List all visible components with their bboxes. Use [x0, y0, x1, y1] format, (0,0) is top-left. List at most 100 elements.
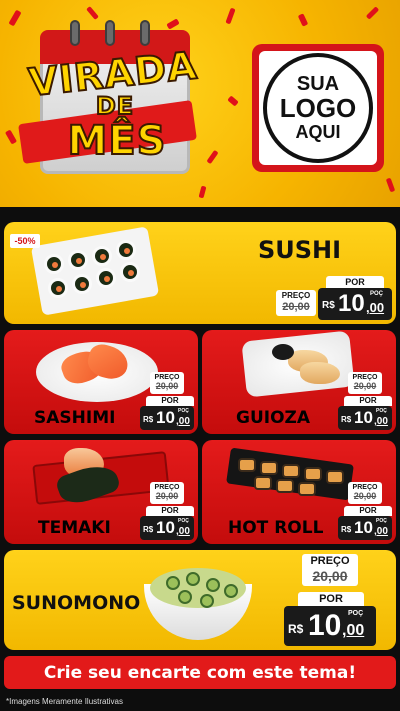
title-line-3: MÊS [67, 117, 167, 165]
new-price-box: R$ 10 POÇ ,00 [284, 606, 376, 646]
old-price-box: PREÇO 20,00 [348, 482, 382, 504]
old-price-value: 20,00 [155, 491, 179, 501]
cucumber-slice [178, 590, 192, 604]
sushi-roll [72, 274, 92, 294]
price-decimal: ,00 [366, 300, 385, 315]
logo-placeholder: SUA LOGO AQUI [252, 44, 384, 172]
new-price-box: R$ 10 POÇ ,00 [140, 516, 194, 540]
por-label: POR [298, 592, 364, 607]
price-integer: 10 [308, 609, 342, 642]
old-price-label: PREÇO [154, 484, 180, 491]
old-price-label: PREÇO [310, 555, 350, 567]
hot-roll-piece [326, 470, 344, 484]
currency: R$ [341, 415, 352, 424]
old-price-value: 20,00 [282, 301, 310, 313]
logo-circle: SUA LOGO AQUI [263, 53, 373, 163]
confetti [365, 6, 380, 20]
price-integer: 10 [354, 408, 373, 427]
product-name-guioza: GUIOZA [236, 408, 311, 428]
old-price-value: 20,00 [312, 568, 348, 584]
currency: R$ [288, 622, 304, 636]
price-decimal: ,00 [374, 416, 388, 427]
confetti [206, 149, 219, 165]
logo-inner: SUA LOGO AQUI [259, 51, 377, 165]
discount-badge: -50% [10, 234, 40, 248]
confetti [86, 6, 99, 20]
currency: R$ [143, 525, 154, 534]
confetti [166, 18, 180, 30]
sushi-roll [116, 240, 136, 260]
logo-text-2: LOGO [279, 93, 357, 124]
header: VIRADA DE MÊS SUA LOGO AQUI [0, 0, 400, 207]
old-price-label: PREÇO [352, 484, 378, 491]
price-integer: 10 [156, 408, 175, 427]
old-price-box: PREÇO 20,00 [276, 290, 316, 316]
hot-roll-piece [304, 467, 322, 481]
price-decimal: ,00 [342, 622, 365, 639]
old-price-label: PREÇO [154, 374, 180, 381]
price-unit: POÇ [376, 408, 387, 414]
price-integer: 10 [156, 518, 175, 537]
cucumber-slice [186, 572, 200, 586]
confetti [225, 7, 236, 25]
cucumber-slice [224, 584, 238, 598]
old-price-value: 20,00 [353, 381, 377, 391]
old-price-value: 20,00 [353, 491, 377, 501]
hot-roll-piece [298, 482, 316, 496]
sushi-roll [96, 268, 116, 288]
por-label: POR [146, 506, 194, 516]
sushi-roll [68, 250, 88, 270]
old-price-box: PREÇO 20,00 [150, 482, 184, 504]
price-decimal: ,00 [176, 416, 190, 427]
confetti [198, 185, 207, 199]
price-integer: 10 [338, 290, 365, 317]
price-decimal: ,00 [374, 526, 388, 537]
old-price-value: 20,00 [155, 381, 179, 391]
hot-roll-piece [254, 476, 272, 490]
confetti [8, 9, 22, 27]
guioza-dumpling [300, 362, 340, 384]
sushi-roll [44, 254, 64, 274]
product-name-sunomono: SUNOMONO [12, 592, 141, 614]
price-unit: POÇ [376, 518, 387, 524]
confetti [385, 177, 396, 193]
product-name-sushi: SUSHI [258, 236, 342, 264]
hot-roll-piece [260, 461, 278, 475]
confetti [227, 95, 239, 107]
currency: R$ [143, 415, 154, 424]
price-decimal: ,00 [176, 526, 190, 537]
new-price-box: R$ 10 POÇ ,00 [338, 406, 392, 430]
por-label: POR [344, 506, 392, 516]
old-price-box: PREÇO 20,00 [150, 372, 184, 394]
sushi-roll [120, 262, 140, 282]
calendar-ring [105, 20, 115, 46]
hot-roll-piece [238, 458, 256, 472]
currency: R$ [341, 525, 352, 534]
old-price-label: PREÇO [352, 374, 378, 381]
logo-text-1: SUA [296, 73, 340, 96]
por-label: POR [146, 396, 194, 406]
product-name-temaki: TEMAKI [38, 518, 111, 538]
price-unit: POÇ [370, 291, 384, 297]
cucumber-slice [166, 576, 180, 590]
price-unit: POÇ [348, 610, 364, 617]
calendar-ring [70, 20, 80, 46]
cucumber-slice [206, 578, 220, 592]
currency: R$ [322, 300, 335, 311]
hot-roll-piece [276, 479, 294, 493]
footnote: *Imagens Meramente Ilustrativas [6, 697, 123, 706]
product-name-hotroll: HOT ROLL [228, 518, 324, 538]
product-name-sashimi: SASHIMI [34, 408, 116, 428]
price-integer: 10 [354, 518, 373, 537]
hot-roll-piece [282, 464, 300, 478]
new-price-box: R$ 10 POÇ ,00 [140, 406, 194, 430]
new-price-box: R$ 10 POÇ ,00 [318, 288, 392, 320]
calendar-ring [140, 20, 150, 46]
old-price-box: PREÇO 20,00 [348, 372, 382, 394]
cucumber-slice [200, 594, 214, 608]
soy-sauce-bowl [272, 344, 294, 360]
sushi-roll [48, 278, 68, 298]
confetti [297, 13, 309, 27]
old-price-box: PREÇO 20,00 [302, 554, 358, 586]
price-unit: POÇ [178, 408, 189, 414]
